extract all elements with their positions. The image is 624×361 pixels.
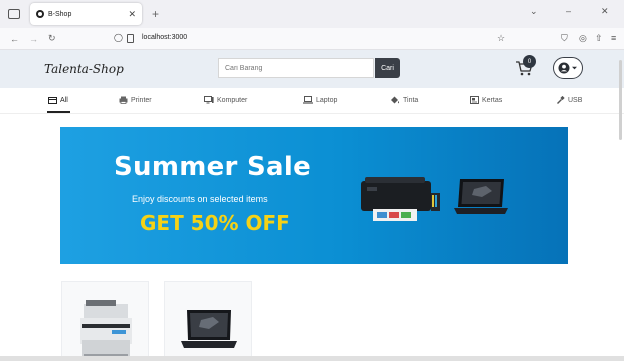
usb-icon <box>557 96 565 104</box>
promo-banner[interactable]: Summer Sale Enjoy discounts on selected … <box>60 127 568 264</box>
desktop-icon <box>204 96 214 104</box>
site-logo[interactable]: Talenta-Shop <box>44 62 124 76</box>
url-bar[interactable]: localhost:3000 <box>142 34 187 41</box>
search-button[interactable]: Cari <box>375 58 400 78</box>
forward-icon[interactable]: → <box>29 34 38 44</box>
user-circle-icon <box>558 62 577 74</box>
search-input[interactable] <box>218 58 374 78</box>
product-image-printer <box>80 300 132 358</box>
pocket-icon[interactable]: ⛉ <box>561 33 568 44</box>
category-komputer[interactable]: Komputer <box>204 96 247 104</box>
laptop-icon <box>303 96 313 104</box>
favicon-icon <box>36 10 44 18</box>
back-icon[interactable]: ← <box>10 34 19 44</box>
bookmark-star-icon[interactable]: ☆ <box>497 33 505 44</box>
reload-icon[interactable]: ↻ <box>48 33 56 44</box>
category-printer[interactable]: Printer <box>119 96 152 104</box>
horizontal-scrollbar[interactable] <box>0 356 624 361</box>
minimize-icon[interactable]: – <box>566 6 571 16</box>
active-category-underline <box>47 111 70 113</box>
category-label: Printer <box>131 96 152 104</box>
product-card[interactable] <box>61 281 149 361</box>
browser-tab[interactable]: B-Shop ✕ <box>30 3 142 25</box>
page-info-icon[interactable] <box>127 34 134 43</box>
product-image-laptop <box>181 310 237 348</box>
category-label: Kertas <box>482 96 503 104</box>
printer-icon <box>119 96 128 104</box>
browser-tab-strip: B-Shop ✕ + ⌄ – ✕ <box>0 0 624 28</box>
close-window-icon[interactable]: ✕ <box>601 6 609 17</box>
tab-title: B-Shop <box>48 10 72 18</box>
category-label: Tinta <box>403 96 419 104</box>
category-kertas[interactable]: Kertas <box>470 96 502 104</box>
box-icon <box>48 97 57 104</box>
cart-badge: 0 <box>523 55 536 68</box>
laptop-image <box>454 179 508 214</box>
account-dropdown-button[interactable] <box>553 57 583 79</box>
printer-image <box>361 177 440 221</box>
category-nav: All Printer Komputer Laptop Tinta Kertas… <box>0 88 624 114</box>
tab-overflow-icon[interactable]: ⌄ <box>530 6 538 17</box>
account-icon[interactable]: ◎ <box>579 33 587 44</box>
new-tab-icon[interactable]: + <box>152 7 159 21</box>
category-all[interactable]: All <box>48 96 68 104</box>
product-card[interactable] <box>164 281 252 361</box>
browser-nav-bar: ← → ↻ ◯ localhost:3000 ☆ ⛉ ◎ ⇧ ≡ <box>0 28 624 50</box>
category-label: Laptop <box>316 96 338 104</box>
category-label: USB <box>568 96 583 104</box>
shield-icon[interactable]: ◯ <box>114 33 123 42</box>
category-label: All <box>60 96 68 104</box>
category-tinta[interactable]: Tinta <box>390 96 418 104</box>
site-header: Talenta-Shop Cari 0 <box>0 50 624 88</box>
banner-title: Summer Sale <box>114 152 312 182</box>
page-scrollbar[interactable] <box>619 60 622 140</box>
category-usb[interactable]: USB <box>556 96 582 104</box>
menu-icon[interactable]: ≡ <box>611 33 616 43</box>
category-label: Komputer <box>217 96 248 104</box>
paper-icon <box>470 96 479 104</box>
banner-subtitle: Enjoy discounts on selected items <box>132 194 268 204</box>
banner-offer: GET 50% OFF <box>140 211 290 235</box>
tab-close-icon[interactable]: ✕ <box>128 9 136 20</box>
category-laptop[interactable]: Laptop <box>303 96 337 104</box>
extensions-icon[interactable]: ⇧ <box>595 33 603 44</box>
tab-list-icon[interactable] <box>8 9 20 19</box>
ink-icon <box>391 96 400 104</box>
